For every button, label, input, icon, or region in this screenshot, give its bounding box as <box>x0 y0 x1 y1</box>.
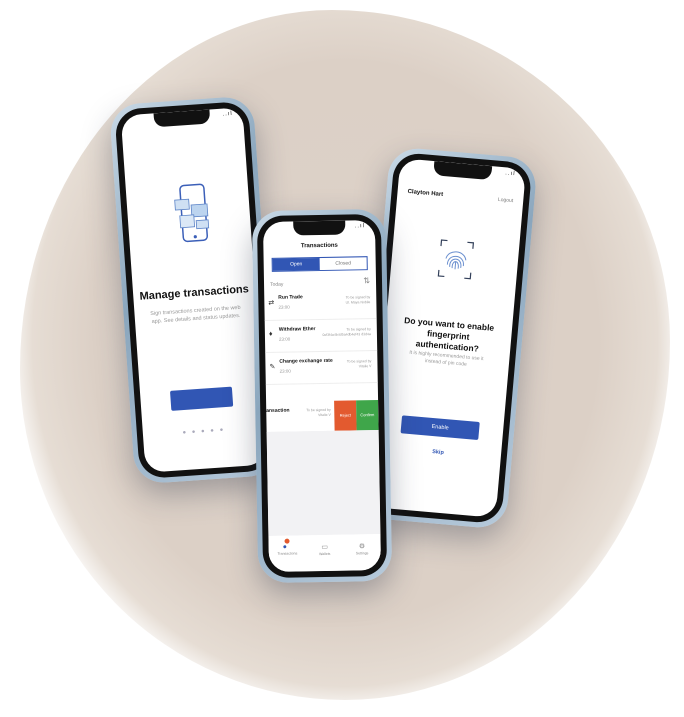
onboarding-description: Sign transactions created on the web app… <box>150 304 241 326</box>
status-label: To be signed by <box>346 327 371 332</box>
tab-label: Transactions <box>277 551 298 556</box>
transaction-status: To be signed by Ul. Maya Nobile <box>346 295 371 305</box>
tab-open[interactable]: Open <box>272 258 320 271</box>
transactions-screen: ..ıl Transactions Open Closed Today ⇅ ⇄ … <box>262 220 382 572</box>
tab-settings[interactable]: ⚙ Settings <box>343 534 381 571</box>
phone-transactions-illustration <box>174 183 210 243</box>
pager-dots[interactable]: ● ● ● ● ● <box>143 424 265 438</box>
transaction-status: To be signed by Vitalie V <box>306 408 331 418</box>
enable-button[interactable]: Enable <box>400 415 480 441</box>
transaction-row[interactable]: ⇄ Run Trade 23:00 To be signed by Ul. May… <box>264 288 377 321</box>
fingerprint-icon <box>437 239 475 280</box>
logout-link[interactable]: Logout <box>498 197 514 204</box>
transaction-time: 23:00 <box>278 304 290 310</box>
status-time <box>411 162 412 172</box>
ether-icon: ♦ <box>268 330 273 338</box>
transaction-row[interactable]: ✎ Change exchange rate 23:00 To be signe… <box>265 352 378 385</box>
status-detail: Ul. Maya Nobile <box>345 300 371 305</box>
phone-transactions: ..ıl Transactions Open Closed Today ⇅ ⇄ … <box>251 208 393 584</box>
signal-icon: ..ıl <box>222 110 234 118</box>
transaction-status: To be signed by 0xf3f4a4b4d5a4db4ef43 d3d… <box>322 327 371 338</box>
tab-label: Settings <box>355 551 369 556</box>
transactions-segmented-control: Open Closed <box>271 256 368 272</box>
confirm-button[interactable]: Confirm <box>356 400 379 431</box>
tab-wallets[interactable]: ▭ Wallets <box>306 535 344 572</box>
tab-transactions[interactable]: ● Transactions <box>268 535 306 572</box>
onboarding-continue-button[interactable] <box>169 386 234 411</box>
transaction-name: Change exchange rate <box>279 357 333 365</box>
status-detail: Vitalie V <box>358 364 372 369</box>
status-label: To be signed by <box>345 295 371 300</box>
transaction-name: ransaction <box>264 407 290 415</box>
signal-icon: ..ıl <box>504 170 516 178</box>
status-label: To be signed by <box>346 359 372 364</box>
bottom-tab-bar: ● Transactions ▭ Wallets ⚙ Settings <box>268 534 382 572</box>
transfer-icon: ⇄ <box>268 299 275 307</box>
status-detail: 0xf3f4a4b4d5a4db4ef43 d3d4a <box>322 332 371 337</box>
transaction-name: Withdraw Ether <box>278 326 316 333</box>
settings-icon: ⚙ <box>358 543 366 551</box>
transaction-time: 23:00 <box>279 368 291 374</box>
tab-closed[interactable]: Closed <box>320 257 367 270</box>
edit-icon: ✎ <box>269 363 276 371</box>
signal-icon: ..ıl <box>354 223 366 230</box>
swiped-transaction-row[interactable]: ransaction To be signed by Vitalie V Reje… <box>264 400 379 433</box>
sort-icon[interactable]: ⇅ <box>363 276 370 285</box>
transaction-status: To be signed by Vitalie V <box>347 359 372 369</box>
transactions-header: Transactions <box>300 242 338 250</box>
status-time <box>133 118 134 128</box>
tab-label: Wallets <box>319 551 331 557</box>
transaction-time: 23:00 <box>278 336 291 342</box>
status-bar: ..ıl <box>275 223 365 235</box>
section-label: Today <box>270 281 284 288</box>
user-name: Clayton Hart <box>407 188 444 199</box>
status-label: To be signed by <box>306 407 331 413</box>
transaction-row[interactable]: ♦ Withdraw Ether 23:00 To be signed by 0x… <box>264 320 378 353</box>
reject-button[interactable]: Reject <box>334 400 357 431</box>
status-detail: Vitalie V <box>318 412 331 418</box>
notification-badge <box>284 538 290 544</box>
wallet-icon: ▭ <box>321 543 329 552</box>
onboarding-title: Manage transactions <box>139 283 250 303</box>
empty-list-area <box>266 430 381 536</box>
transactions-icon: ● <box>269 538 306 551</box>
skip-link[interactable]: Skip <box>375 444 501 461</box>
onboarding-screen: ..ıl Manage transactions Sign transactio… <box>120 107 268 473</box>
transaction-name: Run Trade <box>278 294 303 301</box>
